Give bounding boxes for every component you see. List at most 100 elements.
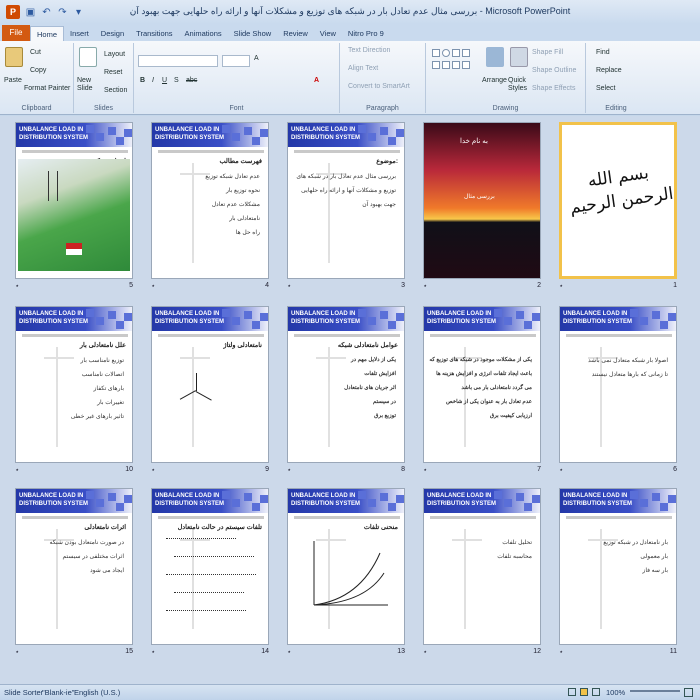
- zoom-slider[interactable]: [630, 690, 680, 692]
- shadow-button[interactable]: S: [174, 77, 179, 84]
- transition-icon[interactable]: ⋆: [423, 466, 427, 474]
- zoom-level[interactable]: 100%: [606, 688, 625, 697]
- slide-sorter-view-icon[interactable]: [580, 688, 588, 696]
- new-slide-button[interactable]: New Slide: [77, 77, 99, 93]
- slide-sorter[interactable]: بسم الله الرحمن الرحیم 1 ⋆ به نام خدا بررسی …: [0, 116, 700, 684]
- slide-thumbnail[interactable]: UNBALANCE LOAD IN DISTRIBUTION SYSTEM بار…: [559, 488, 677, 645]
- qat-dropdown-icon[interactable]: ▾: [73, 7, 84, 18]
- slide-thumbnail[interactable]: UNBALANCE LOAD IN DISTRIBUTION SYSTEM منح…: [287, 488, 405, 645]
- tab-animations[interactable]: Animations: [179, 26, 228, 41]
- clipboard-label: Clipboard: [21, 105, 52, 112]
- transition-icon[interactable]: ⋆: [559, 648, 563, 656]
- transition-icon[interactable]: ⋆: [151, 648, 155, 656]
- fit-window-icon[interactable]: [684, 688, 693, 697]
- tab-transitions[interactable]: Transitions: [130, 26, 178, 41]
- slide-title: عوامل نامتعادلی شبکه: [337, 342, 398, 349]
- slide-thumbnail[interactable]: UNBALANCE LOAD IN DISTRIBUTION SYSTEM اصو…: [559, 306, 677, 463]
- convert-smartart-button[interactable]: Convert to SmartArt: [348, 83, 410, 90]
- replace-button[interactable]: Replace: [596, 67, 622, 74]
- quick-styles-icon[interactable]: [510, 47, 528, 67]
- tab-home[interactable]: Home: [30, 26, 65, 41]
- transition-icon[interactable]: ⋆: [287, 466, 291, 474]
- transition-icon[interactable]: ⋆: [559, 282, 563, 290]
- transition-icon[interactable]: ⋆: [287, 648, 291, 656]
- format-painter-button[interactable]: Format Painter: [24, 85, 70, 92]
- cut-button[interactable]: Cut: [30, 49, 41, 56]
- reading-view-icon[interactable]: [592, 688, 600, 696]
- shape-triangle-icon[interactable]: [432, 61, 440, 69]
- shape-star-icon[interactable]: [442, 61, 450, 69]
- slide-thumbnail[interactable]: UNBALANCE LOAD IN DISTRIBUTION SYSTEM تلف…: [151, 488, 269, 645]
- tab-slide-show[interactable]: Slide Show: [228, 26, 278, 41]
- transition-icon[interactable]: ⋆: [15, 282, 19, 290]
- slide-thumbnail[interactable]: UNBALANCE LOAD IN DISTRIBUTION SYSTEM تحل…: [423, 488, 541, 645]
- section-button[interactable]: Section: [104, 87, 127, 94]
- tab-insert[interactable]: Insert: [64, 26, 95, 41]
- transition-icon[interactable]: ⋆: [15, 466, 19, 474]
- tab-review[interactable]: Review: [277, 26, 314, 41]
- paste-button[interactable]: Paste: [4, 77, 22, 84]
- layout-button[interactable]: Layout: [104, 51, 125, 58]
- transition-icon[interactable]: ⋆: [15, 648, 19, 656]
- shape-line-icon[interactable]: [452, 49, 460, 57]
- transition-icon[interactable]: ⋆: [559, 466, 563, 474]
- tab-file[interactable]: File: [2, 25, 30, 41]
- header-block: [668, 495, 676, 503]
- shape-fill-button[interactable]: Shape Fill: [532, 49, 563, 56]
- find-button[interactable]: Find: [596, 49, 610, 56]
- transition-icon[interactable]: ⋆: [423, 282, 427, 290]
- slide-thumbnail[interactable]: UNBALANCE LOAD IN DISTRIBUTION SYSTEM موض…: [287, 122, 405, 279]
- reset-button[interactable]: Reset: [104, 69, 122, 76]
- tab-nitro[interactable]: Nitro Pro 9: [342, 26, 390, 41]
- tab-view[interactable]: View: [314, 26, 342, 41]
- tab-design[interactable]: Design: [95, 26, 130, 41]
- shape-arrow-icon[interactable]: [462, 49, 470, 57]
- slide-thumbnail[interactable]: بسم الله الرحمن الرحیم: [559, 122, 677, 279]
- grow-font-icon[interactable]: A: [254, 55, 259, 62]
- font-name-combo[interactable]: [138, 55, 218, 67]
- header-block: [108, 311, 116, 319]
- arrange-button[interactable]: Arrange: [482, 77, 507, 84]
- transition-icon[interactable]: ⋆: [151, 466, 155, 474]
- bold-button[interactable]: B: [140, 77, 145, 84]
- slide-thumbnail[interactable]: به نام خدا بررسی مثال: [423, 122, 541, 279]
- new-slide-icon[interactable]: [79, 47, 97, 67]
- slide-number: 15: [125, 648, 133, 655]
- language[interactable]: English (U.S.): [74, 688, 120, 697]
- slide-thumbnail[interactable]: UNBALANCE LOAD IN DISTRIBUTION SYSTEM علل…: [15, 306, 133, 463]
- slide-thumbnail[interactable]: UNBALANCE LOAD IN DISTRIBUTION SYSTEM یکی…: [423, 306, 541, 463]
- slide-thumbnail[interactable]: UNBALANCE LOAD IN DISTRIBUTION SYSTEMاجز…: [15, 122, 133, 279]
- shape-effects-button[interactable]: Shape Effects: [532, 85, 575, 92]
- slide-thumbnail[interactable]: UNBALANCE LOAD IN DISTRIBUTION SYSTEM نام…: [151, 306, 269, 463]
- copy-button[interactable]: Copy: [30, 67, 46, 74]
- font-size-combo[interactable]: [222, 55, 250, 67]
- editing-label: Editing: [605, 105, 627, 112]
- slide-thumbnail[interactable]: UNBALANCE LOAD IN DISTRIBUTION SYSTEM فهر…: [151, 122, 269, 279]
- slide-thumbnail[interactable]: UNBALANCE LOAD IN DISTRIBUTION SYSTEM اثر…: [15, 488, 133, 645]
- underline-button[interactable]: U: [162, 77, 167, 84]
- align-text-button[interactable]: Align Text: [348, 65, 378, 72]
- font-color-icon[interactable]: A: [314, 77, 319, 84]
- save-icon[interactable]: ▣: [25, 7, 36, 18]
- transition-icon[interactable]: ⋆: [287, 282, 291, 290]
- redo-icon[interactable]: ↷: [57, 7, 68, 18]
- slide-thumbnail[interactable]: UNBALANCE LOAD IN DISTRIBUTION SYSTEM عوا…: [287, 306, 405, 463]
- slide-text-line: نحوه توزیع بار: [225, 188, 260, 194]
- shape-brace-icon[interactable]: [462, 61, 470, 69]
- shape-oval-icon[interactable]: [442, 49, 450, 57]
- shape-callout-icon[interactable]: [452, 61, 460, 69]
- shape-outline-button[interactable]: Shape Outline: [532, 67, 576, 74]
- powerpoint-icon[interactable]: P: [6, 5, 20, 19]
- strike-button[interactable]: abc: [186, 77, 197, 84]
- quick-styles-button[interactable]: Quick Styles: [508, 77, 527, 93]
- normal-view-icon[interactable]: [568, 688, 576, 696]
- select-button[interactable]: Select: [596, 85, 615, 92]
- shape-rect-icon[interactable]: [432, 49, 440, 57]
- transition-icon[interactable]: ⋆: [151, 282, 155, 290]
- text-direction-button[interactable]: Text Direction: [348, 47, 390, 54]
- paste-icon[interactable]: [5, 47, 23, 67]
- italic-button[interactable]: I: [152, 77, 154, 84]
- transition-icon[interactable]: ⋆: [423, 648, 427, 656]
- undo-icon[interactable]: ↶: [41, 7, 52, 18]
- arrange-icon[interactable]: [486, 47, 504, 67]
